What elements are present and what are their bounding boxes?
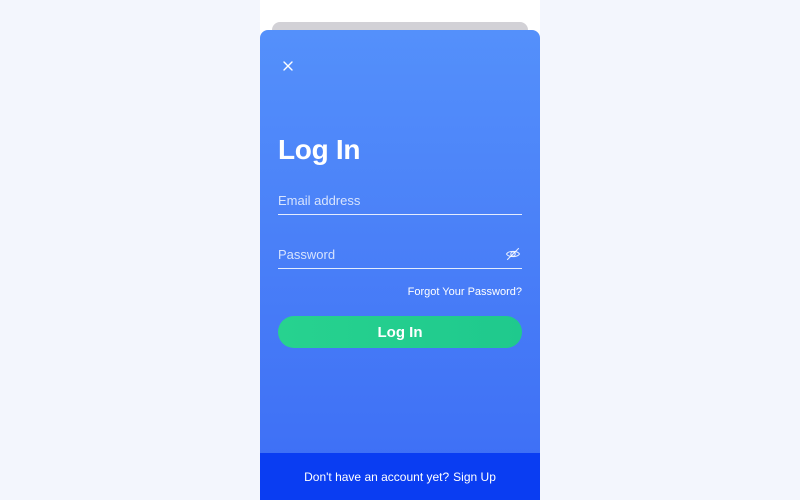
signup-footer: Don't have an account yet? Sign Up (260, 453, 540, 500)
email-field[interactable] (278, 188, 522, 212)
eye-off-icon (505, 247, 521, 261)
password-field-wrapper (278, 240, 522, 269)
email-field-wrapper (278, 186, 522, 215)
close-button[interactable] (280, 58, 296, 74)
login-button[interactable]: Log In (278, 316, 522, 348)
signup-link[interactable]: Sign Up (453, 470, 496, 484)
close-icon (283, 61, 293, 71)
login-modal: Log In Forgot Your Password? Log In Don'… (260, 30, 540, 500)
toggle-password-visibility-button[interactable] (504, 245, 522, 263)
password-field[interactable] (278, 242, 504, 266)
app-stage: Log In Forgot Your Password? Log In Don'… (0, 0, 800, 500)
signup-prompt: Don't have an account yet? (304, 469, 450, 484)
page-title: Log In (278, 134, 361, 165)
forgot-password-link[interactable]: Forgot Your Password? (408, 286, 522, 298)
